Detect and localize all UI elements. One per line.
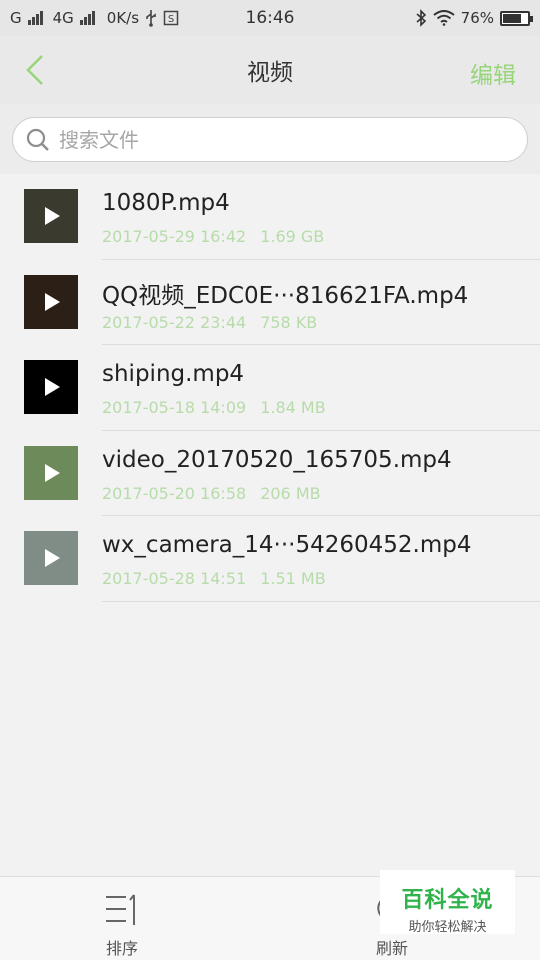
file-name: wx_camera_14···54260452.mp4 (102, 532, 472, 558)
file-size: 1.51 MB (260, 569, 326, 588)
search-icon (26, 128, 49, 151)
sort-button[interactable]: 排序 (92, 891, 152, 960)
page-title: 视频 (247, 60, 293, 86)
file-date: 2017-05-20 16:58 (102, 483, 247, 503)
file-row[interactable]: QQ视频_EDC0E···816621FA.mp4 2017-05-22 23:… (0, 260, 540, 345)
app-header: 视频 编辑 (0, 36, 540, 104)
file-date: 2017-05-29 16:42 (102, 227, 247, 246)
file-row[interactable]: video_20170520_165705.mp4 2017-05-20 16:… (0, 431, 540, 516)
file-row[interactable]: shiping.mp4 2017-05-18 14:09 1.84 MB (0, 345, 540, 431)
status-left: G 4G 0K/s S (10, 9, 179, 27)
video-thumbnail (24, 360, 78, 414)
file-name: shiping.mp4 (102, 361, 245, 387)
file-name: 1080P.mp4 (102, 190, 230, 216)
battery-percent: 76% (460, 9, 494, 27)
play-icon (45, 207, 60, 225)
file-meta: 2017-05-18 14:09 1.84 MB (102, 398, 326, 417)
edit-button[interactable]: 编辑 (470, 56, 516, 90)
sort-label: 排序 (105, 939, 138, 958)
divider (102, 600, 540, 602)
carrier-2-label: 4G (52, 9, 74, 27)
battery-icon (500, 10, 533, 26)
play-icon (45, 292, 60, 311)
play-icon (45, 463, 60, 482)
file-date: 2017-05-28 14:51 (102, 569, 247, 588)
file-size: 1.69 GB (260, 227, 325, 246)
bluetooth-icon (416, 9, 426, 27)
file-meta: 2017-05-22 23:44 758 KB (102, 313, 317, 332)
file-meta: 2017-05-29 16:42 1.69 GB (102, 227, 324, 246)
file-name: video_20170520_165705.mp4 (102, 446, 452, 473)
wifi-icon (433, 10, 455, 26)
search-box[interactable] (12, 117, 528, 162)
file-list: 1080P.mp4 2017-05-29 16:42 1.69 GB QQ视频_E… (0, 174, 540, 602)
file-date: 2017-05-18 14:09 (102, 398, 247, 417)
signal-1-icon (27, 11, 43, 25)
video-thumbnail (24, 189, 78, 243)
file-date: 2017-05-22 23:44 (102, 312, 247, 332)
file-size: 206 MB (260, 483, 321, 503)
status-bar: G 4G 0K/s S 16:46 76% (0, 0, 540, 36)
file-row[interactable]: wx_camera_14···54260452.mp4 2017-05-28 1… (0, 516, 540, 602)
carrier-1-label: G (10, 9, 22, 27)
video-thumbnail (24, 445, 78, 500)
refresh-label: 刷新 (375, 939, 408, 958)
net-speed: 0K/s (106, 9, 140, 27)
search-input[interactable] (59, 127, 499, 152)
usb-icon (146, 10, 156, 27)
sim-icon: S (163, 10, 179, 26)
back-button[interactable] (22, 54, 52, 86)
search-bar-container (0, 104, 540, 174)
play-icon (45, 549, 60, 567)
chevron-left-icon (26, 55, 43, 85)
svg-text:S: S (168, 14, 174, 25)
video-thumbnail (24, 274, 78, 329)
file-meta: 2017-05-28 14:51 1.51 MB (102, 569, 326, 588)
status-right: 76% (415, 9, 533, 27)
sort-icon (106, 894, 135, 925)
file-size: 758 KB (260, 312, 318, 332)
file-row[interactable]: 1080P.mp4 2017-05-29 16:42 1.69 GB (0, 174, 540, 260)
watermark-title: 百科全说 (401, 888, 494, 913)
watermark-subtitle: 助你轻松解决 (408, 920, 487, 935)
play-icon (45, 378, 60, 396)
watermark-logo: 百科全说 助你轻松解决 (380, 870, 515, 935)
signal-2-icon (79, 11, 95, 25)
file-size: 1.84 MB (260, 398, 326, 417)
file-meta: 2017-05-20 16:58 206 MB (102, 484, 321, 503)
video-thumbnail (24, 531, 78, 585)
file-name: QQ视频_EDC0E···816621FA.mp4 (102, 282, 469, 309)
